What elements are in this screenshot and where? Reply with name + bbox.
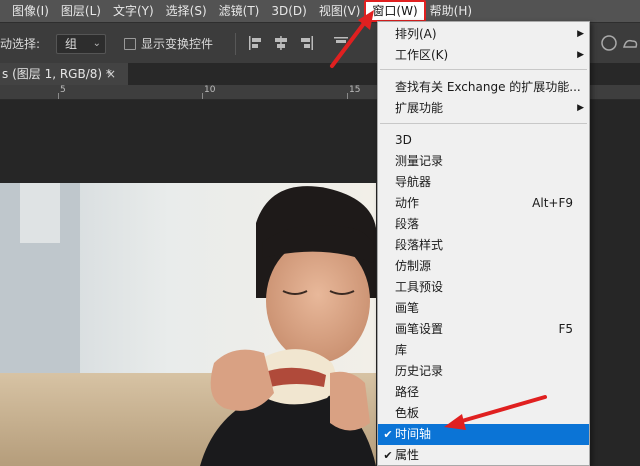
menu-item-brushes[interactable]: 画笔 xyxy=(378,298,589,319)
align-top-icon[interactable] xyxy=(333,34,349,52)
menu-select[interactable]: 选择(S) xyxy=(160,0,213,22)
menu-separator xyxy=(380,123,587,124)
checkmark-icon: ✔ xyxy=(383,449,393,462)
ruler-tick xyxy=(202,93,203,99)
menu-item-workspace[interactable]: 工作区(K) ▶ xyxy=(378,45,589,66)
menu-item-find-extensions[interactable]: 查找有关 Exchange 的扩展功能... xyxy=(378,77,589,98)
menu-view[interactable]: 视图(V) xyxy=(313,0,367,22)
checkmark-icon: ✔ xyxy=(383,428,393,441)
menu-item-clone-source[interactable]: 仿制源 xyxy=(378,256,589,277)
ruler-tick xyxy=(347,93,348,99)
ruler-label: 10 xyxy=(204,85,216,95)
menu-window[interactable]: 窗口(W) xyxy=(364,0,426,22)
menu-item-history[interactable]: 历史记录 xyxy=(378,361,589,382)
divider xyxy=(235,33,236,55)
menu-separator xyxy=(380,69,587,70)
ruler-label: 5 xyxy=(60,85,66,95)
ruler-tick xyxy=(58,93,59,99)
menu-type[interactable]: 文字(Y) xyxy=(107,0,160,22)
submenu-arrow-icon: ▶ xyxy=(577,103,584,113)
menu-item-swatches[interactable]: 色板 xyxy=(378,403,589,424)
show-transform-checkbox[interactable] xyxy=(124,38,136,50)
menu-item-libraries[interactable]: 库 xyxy=(378,340,589,361)
canvas-photo xyxy=(0,183,376,466)
menu-item-measurement-log[interactable]: 测量记录 xyxy=(378,151,589,172)
3d-mode-icon[interactable] xyxy=(600,33,640,56)
auto-select-dropdown[interactable]: 组 ⌄ xyxy=(56,34,106,54)
submenu-arrow-icon: ▶ xyxy=(577,50,584,60)
close-icon[interactable]: × xyxy=(106,63,116,85)
menu-item-paths[interactable]: 路径 xyxy=(378,382,589,403)
menu-item-navigator[interactable]: 导航器 xyxy=(378,172,589,193)
show-transform-label: 显示变换控件 xyxy=(141,37,214,51)
menu-item-actions[interactable]: 动作 Alt+F9 xyxy=(378,193,589,214)
menu-item-brush-settings[interactable]: 画笔设置 F5 xyxy=(378,319,589,340)
menu-bar: 图像(I) 图层(L) 文字(Y) 选择(S) 滤镜(T) 3D(D) 视图(V… xyxy=(0,0,640,22)
document-tab[interactable]: s (图层 1, RGB/8) * × xyxy=(0,63,128,85)
menu-item-extensions[interactable]: 扩展功能 ▶ xyxy=(378,98,589,119)
window-menu-dropdown: 排列(A) ▶ 工作区(K) ▶ 查找有关 Exchange 的扩展功能... … xyxy=(377,21,590,466)
menu-help[interactable]: 帮助(H) xyxy=(424,0,478,22)
ruler-label: 15 xyxy=(349,85,361,95)
auto-select-label: 动选择: xyxy=(0,37,41,51)
menu-item-arrange[interactable]: 排列(A) ▶ xyxy=(378,24,589,45)
align-left-icon[interactable] xyxy=(248,34,264,52)
menu-image[interactable]: 图像(I) xyxy=(6,0,55,22)
menu-item-properties[interactable]: ✔ 属性 xyxy=(378,445,589,466)
document-tab-title: s (图层 1, RGB/8) * xyxy=(2,67,112,81)
menu-item-paragraph-styles[interactable]: 段落样式 xyxy=(378,235,589,256)
auto-select-value: 组 xyxy=(65,37,78,51)
align-center-icon[interactable] xyxy=(273,34,289,52)
menu-layer[interactable]: 图层(L) xyxy=(55,0,107,22)
align-right-icon[interactable] xyxy=(298,34,314,52)
menu-filter[interactable]: 滤镜(T) xyxy=(213,0,266,22)
menu-item-paragraph[interactable]: 段落 xyxy=(378,214,589,235)
menu-item-3d[interactable]: 3D xyxy=(378,130,589,151)
menu-item-timeline[interactable]: ✔ 时间轴 xyxy=(378,424,589,445)
submenu-arrow-icon: ▶ xyxy=(577,29,584,39)
shortcut-label: F5 xyxy=(558,322,573,336)
chevron-down-icon: ⌄ xyxy=(92,38,101,49)
menu-3d[interactable]: 3D(D) xyxy=(265,0,312,22)
menu-item-tool-presets[interactable]: 工具预设 xyxy=(378,277,589,298)
shortcut-label: Alt+F9 xyxy=(532,196,573,210)
